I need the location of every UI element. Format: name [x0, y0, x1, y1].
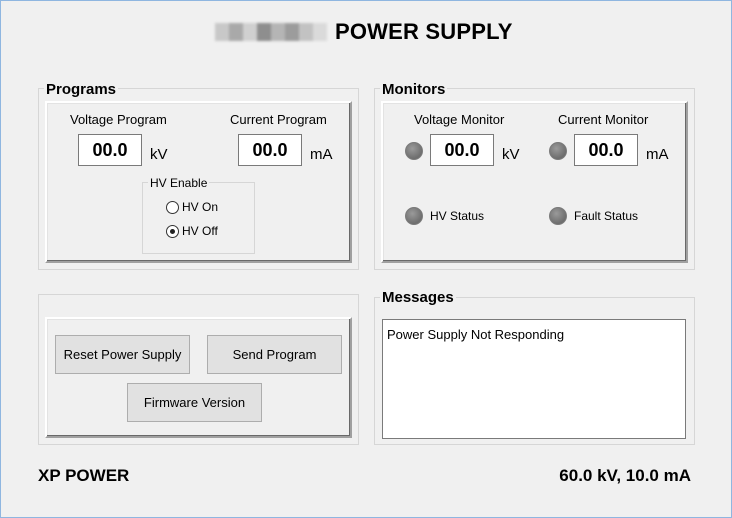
voltage-program-input[interactable]: 00.0	[78, 134, 142, 166]
redacted-logo	[215, 19, 327, 45]
reset-power-supply-button[interactable]: Reset Power Supply	[55, 335, 190, 374]
fault-status-label: Fault Status	[574, 209, 639, 223]
current-monitor-led-icon	[549, 142, 567, 160]
send-program-button[interactable]: Send Program	[207, 335, 342, 374]
messages-group-label: Messages	[380, 289, 456, 306]
voltage-monitor-led-icon	[405, 142, 423, 160]
current-monitor-readout: 00.0	[574, 134, 638, 166]
voltage-monitor-unit: kV	[502, 146, 520, 163]
radio-unchecked-icon	[166, 200, 179, 214]
hv-status-label: HV Status	[430, 209, 485, 223]
hv-off-label: HV Off	[182, 224, 218, 238]
monitors-group-label: Monitors	[380, 81, 448, 98]
current-program-unit: mA	[310, 146, 333, 163]
voltage-monitor-label: Voltage Monitor	[414, 112, 505, 127]
footer-brand: XP POWER	[38, 466, 130, 485]
hv-enable-label: HV Enable	[148, 176, 210, 190]
hv-off-radio[interactable]: HV Off	[166, 224, 218, 238]
voltage-program-label: Voltage Program	[70, 112, 167, 127]
hv-on-label: HV On	[182, 200, 219, 214]
messages-textarea[interactable]: Power Supply Not Responding	[382, 319, 686, 439]
page-title: POWER SUPPLY	[335, 19, 513, 44]
fault-status-led-icon	[549, 207, 567, 225]
hv-status-led-icon	[405, 207, 423, 225]
hv-enable-group	[142, 182, 255, 254]
voltage-monitor-readout: 00.0	[430, 134, 494, 166]
hv-on-radio[interactable]: HV On	[166, 200, 218, 214]
message-text: Power Supply Not Responding	[387, 327, 565, 342]
footer-rating: 60.0 kV, 10.0 mA	[559, 466, 691, 485]
header: POWER SUPPLY	[215, 15, 513, 49]
current-program-label: Current Program	[230, 112, 327, 127]
radio-checked-icon	[166, 224, 179, 238]
app-window: POWER SUPPLY Programs Voltage Program 00…	[0, 0, 732, 518]
firmware-version-button[interactable]: Firmware Version	[127, 383, 262, 422]
voltage-program-unit: kV	[150, 146, 168, 163]
programs-group-label: Programs	[44, 81, 119, 98]
current-monitor-label: Current Monitor	[558, 112, 649, 127]
current-monitor-unit: mA	[646, 146, 669, 163]
current-program-input[interactable]: 00.0	[238, 134, 302, 166]
